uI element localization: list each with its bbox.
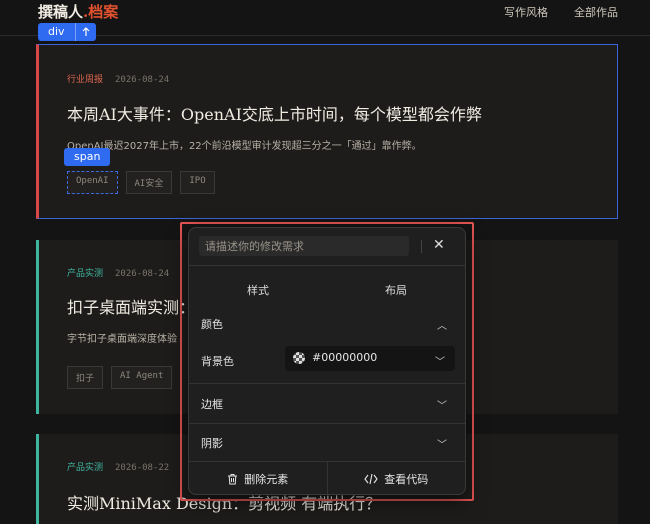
panel-footer: 删除元素 查看代码 xyxy=(189,462,465,495)
selected-element-badge: div xyxy=(38,23,96,41)
view-code-button[interactable]: 查看代码 xyxy=(328,462,466,495)
element-tag-label: div xyxy=(38,23,75,41)
chevron-up-icon[interactable]: ︿ xyxy=(437,317,447,332)
divider xyxy=(189,265,465,266)
tag-item[interactable]: AI安全 xyxy=(125,171,173,194)
color-section-title[interactable]: 颜色 xyxy=(201,316,223,332)
bg-color-label: 背景色 xyxy=(201,355,234,368)
card-category: 产品实测 xyxy=(67,463,104,473)
card-category: 行业周报 xyxy=(67,75,104,85)
top-header: 撰稿人.档案 写作风格 全部作品 xyxy=(0,0,650,36)
top-nav: 写作风格 全部作品 xyxy=(504,4,618,20)
tab-style[interactable]: 样式 xyxy=(189,282,327,298)
nav-all-works[interactable]: 全部作品 xyxy=(574,4,618,20)
tab-layout[interactable]: 布局 xyxy=(327,282,465,298)
card-meta: 行业周报 2026-08-24 xyxy=(67,72,169,85)
shadow-section-title[interactable]: 阴影 xyxy=(201,435,223,451)
tag-item[interactable]: AI Agent xyxy=(111,366,173,389)
card-desc: 字节扣子桌面端深度体验 xyxy=(67,334,177,345)
card-date: 2026-08-24 xyxy=(115,269,170,279)
card-meta: 产品实测 2026-08-24 xyxy=(67,266,169,279)
chevron-down-icon[interactable]: ﹀ xyxy=(437,436,447,451)
code-icon xyxy=(364,473,378,484)
card-tags: 扣子 AI Agent xyxy=(67,366,173,389)
panel-tabs: 样式 布局 xyxy=(189,282,465,298)
card-title[interactable]: 扣子桌面端实测： xyxy=(67,294,195,318)
card-desc: OpenAI最迟2027年上市，22个前沿模型审计发现超三分之一「通过」靠作弊。 xyxy=(67,141,422,152)
brand-logo[interactable]: 撰稿人.档案 xyxy=(38,1,118,22)
edit-request-input[interactable] xyxy=(199,236,409,256)
close-icon[interactable]: ✕ xyxy=(433,236,445,254)
trash-icon xyxy=(228,473,238,484)
border-section-title[interactable]: 边框 xyxy=(201,396,223,412)
card-date: 2026-08-24 xyxy=(115,75,170,85)
style-editor-panel: ✕ 样式 布局 颜色 ︿ 背景色 #00000000 ﹀ 边框 ﹀ 阴影 ﹀ 删… xyxy=(188,227,466,495)
chevron-down-icon[interactable]: ﹀ xyxy=(437,397,447,412)
bg-color-value: #00000000 xyxy=(312,351,378,364)
bg-color-select[interactable]: #00000000 ﹀ xyxy=(285,346,455,371)
card-meta: 产品实测 2026-08-22 xyxy=(67,460,169,473)
tag-item[interactable]: IPO xyxy=(180,171,215,194)
card-date: 2026-08-22 xyxy=(115,463,170,473)
card-category: 产品实测 xyxy=(67,269,104,279)
card-title[interactable]: 本周AI大事件：OpenAI交底上市时间，每个模型都会作弊 xyxy=(67,101,482,125)
nav-writing-style[interactable]: 写作风格 xyxy=(504,4,548,20)
chevron-down-icon: ﹀ xyxy=(435,357,445,368)
tag-item[interactable]: 扣子 xyxy=(67,366,104,389)
delete-element-button[interactable]: 删除元素 xyxy=(189,462,327,495)
article-card[interactable]: 行业周报 2026-08-24 本周AI大事件：OpenAI交底上市时间，每个模型… xyxy=(36,44,618,219)
tag-item[interactable]: OpenAI xyxy=(67,171,118,194)
arrow-up-icon[interactable] xyxy=(74,23,96,41)
selected-span-badge: span xyxy=(64,148,111,166)
divider xyxy=(189,383,465,384)
header-divider xyxy=(421,240,422,253)
card-tags: OpenAI AI安全 IPO xyxy=(67,171,215,194)
divider xyxy=(189,423,465,424)
transparent-swatch-icon xyxy=(293,352,305,364)
